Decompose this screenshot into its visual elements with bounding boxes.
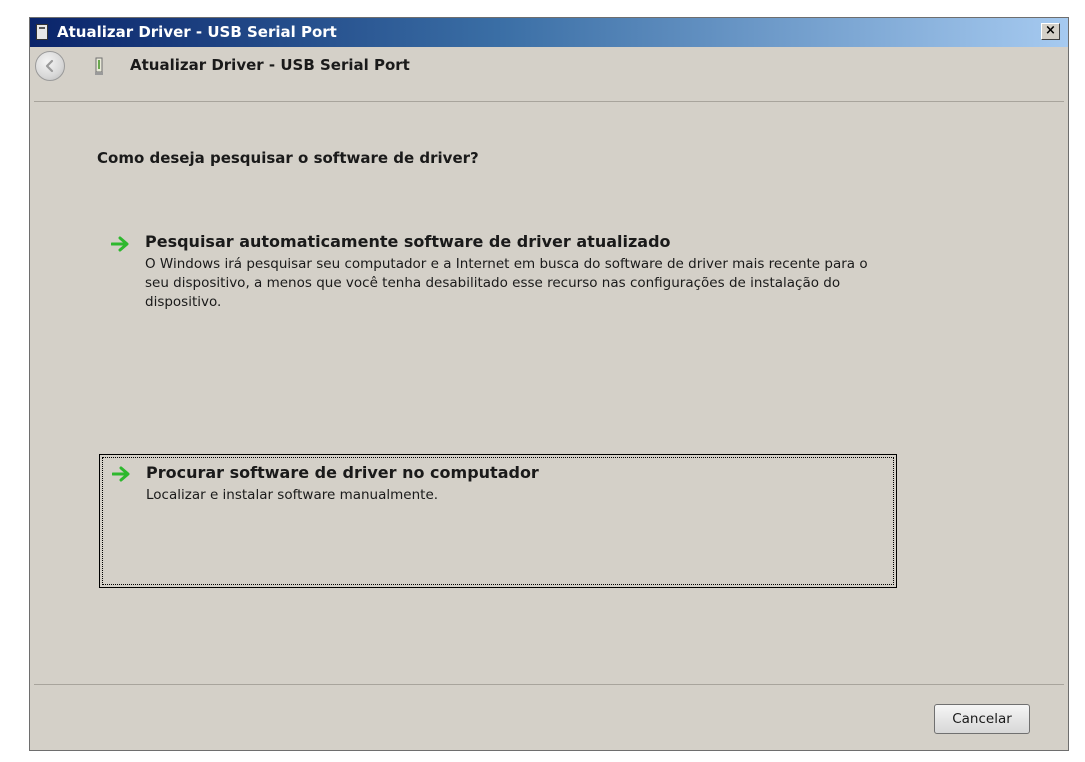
question-heading: Como deseja pesquisar o software de driv… <box>97 149 479 167</box>
search-automatically-option[interactable]: Pesquisar automaticamente software de dr… <box>99 224 889 334</box>
cancel-button[interactable]: Cancelar <box>934 704 1030 734</box>
content-panel: Como deseja pesquisar o software de driv… <box>34 101 1064 685</box>
option-description: O Windows irá pesquisar seu computador e… <box>145 256 868 310</box>
page-title: Atualizar Driver - USB Serial Port <box>130 56 410 74</box>
back-arrow-icon <box>45 59 54 73</box>
green-arrow-icon <box>111 236 129 252</box>
option-title: Pesquisar automaticamente software de dr… <box>145 232 671 251</box>
driver-update-dialog: Atualizar Driver - USB Serial Port × Atu… <box>29 17 1069 751</box>
close-button[interactable]: × <box>1041 23 1060 40</box>
window-icon <box>36 24 48 40</box>
close-icon: × <box>1045 23 1056 38</box>
title-bar[interactable]: Atualizar Driver - USB Serial Port × <box>30 18 1068 47</box>
navigation-header: Atualizar Driver - USB Serial Port <box>30 47 1068 85</box>
usb-device-icon <box>95 57 103 75</box>
browse-computer-option[interactable]: Procurar software de driver no computado… <box>99 454 897 588</box>
option-description: Localizar e instalar software manualment… <box>146 487 439 503</box>
option-title: Procurar software de driver no computado… <box>146 463 539 482</box>
green-arrow-icon <box>112 466 130 482</box>
window-title: Atualizar Driver - USB Serial Port <box>57 23 337 41</box>
back-button[interactable] <box>35 51 65 81</box>
